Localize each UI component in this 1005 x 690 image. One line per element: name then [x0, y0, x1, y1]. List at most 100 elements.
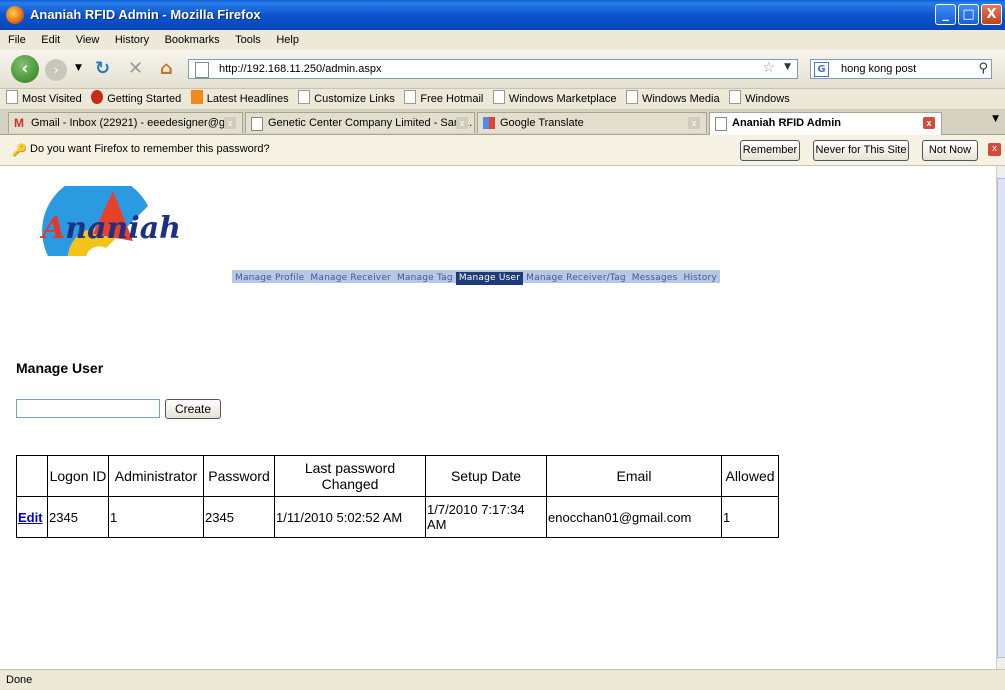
nav-manage-user[interactable]: Manage User: [455, 272, 524, 285]
bookmark-free-hotmail[interactable]: Free Hotmail: [404, 89, 483, 109]
tab-ananiah-rfid-admin[interactable]: Ananiah RFID Admin x: [709, 112, 942, 135]
tab-google-translate[interactable]: Google Translate x: [477, 112, 707, 133]
close-tab-icon[interactable]: x: [688, 117, 700, 129]
column-header-action: [16, 455, 48, 497]
maximize-button[interactable]: □: [958, 4, 979, 25]
page-content: Ananiah Manage Profile Manage Receiver Man…: [0, 166, 996, 669]
forward-arrow-icon[interactable]: ›: [45, 59, 67, 81]
tab-genetic-center[interactable]: Genetic Center Company Limited - Sam... …: [245, 112, 475, 133]
address-dropdown-icon[interactable]: ▼: [784, 62, 791, 72]
users-table: Logon ID Administrator Password Last pas…: [16, 455, 779, 538]
address-bar[interactable]: http://192.168.11.250/admin.aspx ☆ ▼: [188, 59, 798, 79]
table-cell-last-password-changed: 1/11/2010 5:02:52 AM: [274, 496, 426, 538]
menu-bookmarks[interactable]: Bookmarks: [165, 30, 220, 50]
stop-icon[interactable]: ✕: [128, 58, 143, 79]
search-icon[interactable]: ⚲: [978, 61, 988, 76]
tab-gmail[interactable]: M Gmail - Inbox (22921) - eeedesigner@g.…: [8, 112, 243, 133]
nav-messages[interactable]: Messages: [629, 272, 681, 285]
remember-button[interactable]: Remember: [740, 140, 800, 161]
menu-file[interactable]: File: [8, 30, 26, 50]
page-icon: [195, 62, 209, 78]
table-cell-setup-date: 1/7/2010 7:17:34 AM: [425, 496, 547, 538]
nav-manage-profile[interactable]: Manage Profile: [232, 272, 307, 285]
bookmark-windows-media[interactable]: Windows Media: [625, 89, 720, 109]
bookmark-customize-links[interactable]: Customize Links: [298, 89, 395, 109]
page-icon: [251, 117, 263, 131]
google-translate-icon: [483, 117, 495, 129]
column-header-logon-id: Logon ID: [47, 455, 109, 497]
firefox-bookmark-icon: [91, 90, 104, 104]
bookmark-icon: [6, 90, 18, 104]
tab-list-dropdown-icon[interactable]: ▼: [992, 114, 999, 124]
home-icon[interactable]: ⌂: [160, 58, 173, 79]
window-title-bar: Ananiah RFID Admin - Mozilla Firefox _ □…: [0, 0, 1005, 30]
close-tab-icon[interactable]: x: [224, 117, 236, 129]
menu-tools[interactable]: Tools: [235, 30, 261, 50]
close-button[interactable]: X: [981, 4, 1002, 25]
table-row: Edit 2345 1 2345 1/11/2010 5:02:52 AM 1/…: [16, 496, 779, 538]
history-dropdown-icon[interactable]: ▼: [75, 63, 82, 73]
bookmark-most-visited[interactable]: Most Visited: [6, 89, 82, 109]
bookmark-star-icon[interactable]: ☆: [762, 60, 775, 76]
not-now-button[interactable]: Not Now: [922, 140, 978, 161]
edit-link[interactable]: Edit: [18, 510, 43, 525]
reload-icon[interactable]: ↻: [95, 58, 110, 79]
vertical-scrollbar[interactable]: [996, 166, 1005, 669]
menu-view[interactable]: View: [76, 30, 100, 50]
table-cell-administrator: 1: [108, 496, 204, 538]
search-box[interactable]: G hong kong post ⚲: [810, 59, 992, 79]
minimize-button[interactable]: _: [935, 4, 956, 25]
table-cell-email: enocchan01@gmail.com: [546, 496, 722, 538]
close-tab-icon[interactable]: x: [456, 117, 468, 129]
password-prompt-text: Do you want Firefox to remember this pas…: [30, 143, 270, 155]
bookmark-getting-started[interactable]: Getting Started: [91, 89, 181, 109]
nav-manage-receiver[interactable]: Manage Receiver: [307, 272, 394, 285]
scrollbar-thumb[interactable]: [997, 178, 1005, 658]
site-navigation: Manage Profile Manage Receiver Manage Tag M…: [232, 270, 720, 285]
bookmark-icon: [298, 90, 311, 104]
status-text: Done: [6, 674, 33, 686]
nav-manage-receiver-tag[interactable]: Manage Receiver/Tag: [523, 272, 629, 285]
firefox-logo-icon: [6, 6, 24, 24]
gmail-icon: M: [14, 116, 24, 130]
table-cell-logon-id: 2345: [47, 496, 109, 538]
status-bar: Done: [0, 669, 1005, 690]
close-tab-icon[interactable]: x: [923, 117, 935, 129]
bookmark-windows[interactable]: Windows: [729, 89, 790, 109]
bookmark-icon: [729, 90, 742, 104]
bookmark-icon: [625, 90, 638, 104]
bookmark-windows-marketplace[interactable]: Windows Marketplace: [492, 89, 616, 109]
new-user-input[interactable]: [16, 399, 160, 418]
table-cell-allowed: 1: [721, 496, 779, 538]
bookmark-icon: [404, 90, 417, 104]
bookmarks-toolbar: Most Visited Getting Started Latest Head…: [0, 89, 1005, 110]
column-header-setup-date: Setup Date: [425, 455, 547, 497]
address-url[interactable]: http://192.168.11.250/admin.aspx: [219, 63, 381, 75]
close-notification-icon[interactable]: x: [988, 143, 1001, 156]
table-cell-action: Edit: [16, 496, 48, 538]
google-engine-icon[interactable]: G: [814, 62, 829, 77]
bookmark-latest-headlines[interactable]: Latest Headlines: [190, 89, 289, 109]
column-header-password: Password: [203, 455, 275, 497]
table-cell-password: 2345: [203, 496, 275, 538]
back-arrow-icon[interactable]: ‹: [11, 55, 39, 83]
search-input[interactable]: hong kong post: [841, 63, 916, 75]
never-for-this-site-button[interactable]: Never for This Site: [813, 140, 909, 161]
page-title: Manage User: [16, 360, 104, 376]
column-header-administrator: Administrator: [108, 455, 204, 497]
password-notification-bar: 🔑 Do you want Firefox to remember this p…: [0, 135, 1005, 166]
bookmark-icon: [492, 90, 505, 104]
menu-bar: File Edit View History Bookmarks Tools H…: [0, 30, 1005, 50]
window-title: Ananiah RFID Admin - Mozilla Firefox: [30, 7, 261, 22]
menu-history[interactable]: History: [115, 30, 149, 50]
logo-text: Ananiah: [42, 211, 181, 246]
column-header-last-password-changed: Last password Changed: [274, 455, 426, 497]
create-button[interactable]: Create: [165, 399, 221, 419]
nav-manage-tag[interactable]: Manage Tag: [394, 272, 456, 285]
menu-help[interactable]: Help: [276, 30, 299, 50]
nav-history[interactable]: History: [681, 272, 720, 285]
menu-edit[interactable]: Edit: [41, 30, 60, 50]
column-header-allowed: Allowed: [721, 455, 779, 497]
key-icon: 🔑: [12, 143, 27, 157]
tab-bar: M Gmail - Inbox (22921) - eeedesigner@g.…: [0, 110, 1005, 135]
